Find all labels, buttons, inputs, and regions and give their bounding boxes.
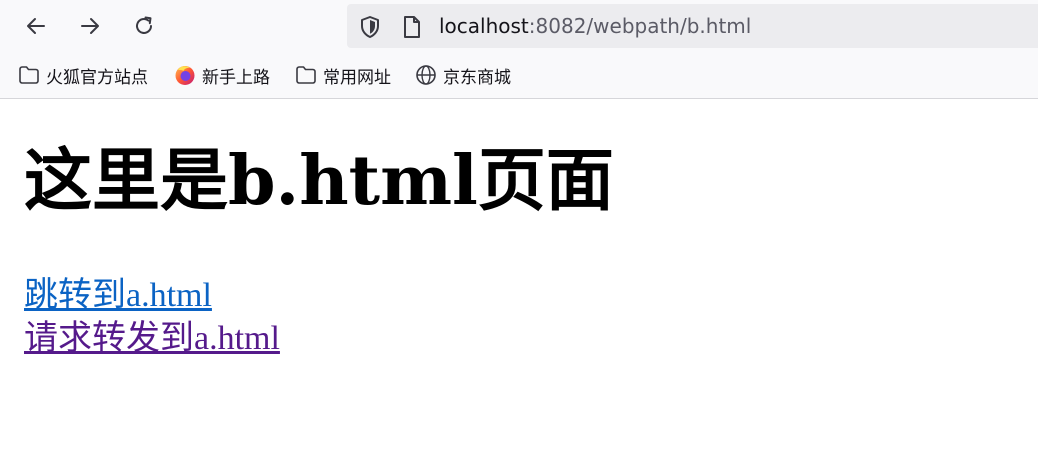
- folder-icon: [19, 66, 39, 84]
- bookmark-folder-firefox-official[interactable]: 火狐官方站点: [18, 63, 148, 88]
- page-icon[interactable]: [402, 15, 422, 39]
- bookmark-label: 火狐官方站点: [46, 67, 148, 88]
- bookmark-label: 新手上路: [202, 67, 270, 88]
- arrow-left-icon: [27, 18, 45, 34]
- link-jump-to-a[interactable]: 跳转到a.html: [24, 276, 212, 316]
- firefox-icon: [175, 66, 195, 85]
- bookmark-label: 常用网址: [323, 67, 391, 88]
- bookmark-label: 京东商城: [443, 67, 511, 88]
- bookmark-folder-common-sites[interactable]: 常用网址: [295, 63, 391, 88]
- page-title: 这里是b.html页面: [24, 141, 614, 221]
- address-bar[interactable]: localhost:8082/webpath/b.html: [347, 4, 1038, 48]
- url-host: localhost: [439, 14, 529, 38]
- bookmarks-toolbar: 火狐官方站点 新手上路 常用网址 京东商城: [0, 52, 1038, 99]
- url-path: :8082/webpath/b.html: [528, 14, 752, 38]
- url-text[interactable]: localhost:8082/webpath/b.html: [439, 4, 751, 48]
- link-forward-to-a[interactable]: 请求转发到a.html: [24, 319, 280, 359]
- reload-button[interactable]: [127, 9, 161, 43]
- folder-icon: [296, 66, 316, 84]
- reload-icon: [136, 16, 152, 34]
- browser-toolbar: localhost:8082/webpath/b.html: [0, 0, 1038, 52]
- bookmark-jd-mall[interactable]: 京东商城: [415, 63, 511, 88]
- page-content: 这里是b.html页面 跳转到a.html 请求转发到a.html: [0, 99, 1038, 472]
- arrow-right-icon: [81, 18, 99, 34]
- back-button[interactable]: [19, 9, 53, 43]
- bookmark-getting-started[interactable]: 新手上路: [174, 63, 270, 88]
- globe-icon: [416, 65, 436, 85]
- shield-icon[interactable]: [358, 15, 382, 39]
- forward-button[interactable]: [73, 9, 107, 43]
